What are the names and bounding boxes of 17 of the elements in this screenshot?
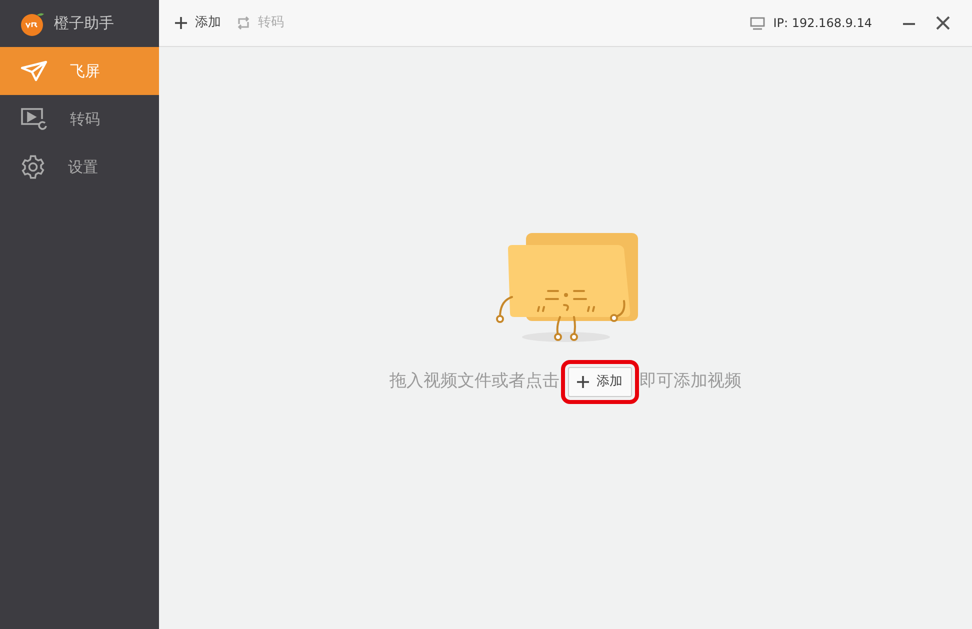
- logo-icon: [20, 10, 46, 36]
- sidebar-item[interactable]: 飞屏: [0, 47, 159, 95]
- add-button[interactable]: 添加: [167, 13, 229, 33]
- monitor-icon: [750, 16, 766, 30]
- plus-icon: [175, 17, 187, 29]
- hint-text: 即可添加视频: [640, 370, 742, 393]
- app-title: 橙子助手: [54, 13, 114, 34]
- plus-icon: [576, 376, 588, 388]
- hint-text: 拖入视频文件或者点击: [390, 370, 560, 393]
- video-icon: [20, 107, 48, 131]
- close-icon[interactable]: [936, 16, 950, 30]
- plane-icon: [20, 60, 48, 82]
- settings-icon: [20, 154, 46, 180]
- convert-icon: [237, 16, 250, 30]
- sidebar-item[interactable]: 转码: [0, 95, 159, 143]
- ip-address: IP: 192.168.9.14: [773, 15, 872, 32]
- sidebar-item[interactable]: 设置: [0, 143, 159, 191]
